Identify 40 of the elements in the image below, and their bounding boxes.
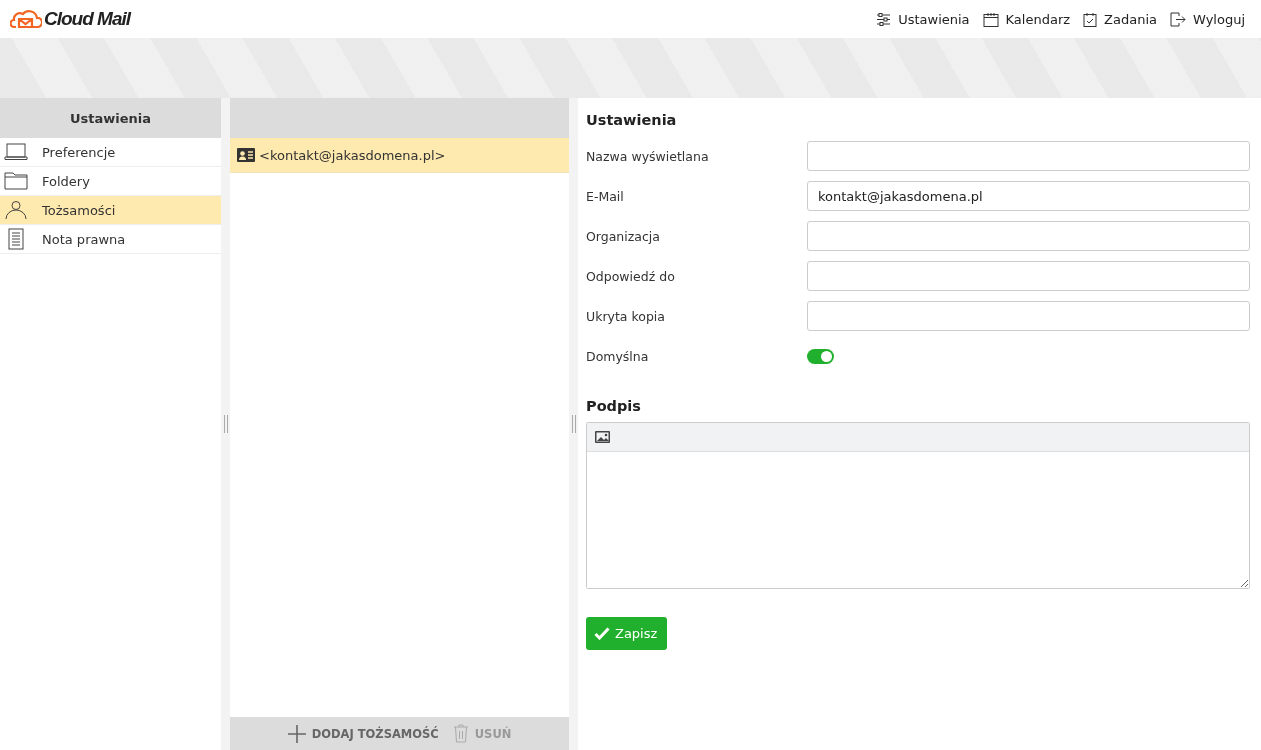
id-card-icon [237,148,255,162]
trash-icon [452,724,469,743]
field-label: Ukryta kopia [586,308,666,324]
field-label: Odpowiedź do [586,268,676,284]
add-identity-button[interactable]: DODAJ TOŻSAMOŚĆ [287,724,439,743]
nav-link[interactable]: Zadania [1083,11,1157,27]
calendar-icon [982,11,999,27]
text-field[interactable] [807,141,1250,171]
cloud-envelope-logo-icon [10,9,42,29]
sidebar-item[interactable]: Tożsamości [0,196,221,225]
logout-icon [1170,11,1186,27]
toggle-switch[interactable] [807,348,834,364]
text-field[interactable] [807,221,1250,251]
nav-link[interactable]: Wyloguj [1170,11,1245,27]
text-field[interactable]: kontakt@jakasdomena.pl [807,181,1250,211]
text-field[interactable] [807,261,1250,291]
splitter[interactable] [221,98,230,750]
field-label: Nazwa wyświetlana [586,148,710,164]
sidebar-item[interactable]: Preferencje [0,138,221,167]
sidebar-item[interactable]: Nota prawna [0,225,221,254]
section-title: Podpis [586,398,642,414]
sliders-icon [876,11,892,27]
task-checklist-icon [1083,11,1098,27]
identity-item[interactable]: <kontakt@jakasdomena.pl> [230,138,569,173]
field-label: Domyślna [586,348,650,364]
field-label: Organizacja [586,228,661,244]
person-icon [4,200,28,220]
section-title: Ustawienia [586,112,678,128]
splitter[interactable] [569,98,578,750]
nav-link[interactable]: Kalendarz [982,11,1071,27]
text-field[interactable] [807,301,1250,331]
logo-text: Cloud Mail [44,8,131,30]
checkmark-icon [594,627,610,640]
laptop-icon [4,143,28,161]
field-label: E-Mail [586,188,625,204]
plus-icon [287,724,306,743]
image-icon[interactable] [595,431,610,443]
sidebar-title: Ustawienia [0,98,221,138]
nav-link[interactable]: Ustawienia [876,11,970,27]
folder-icon [4,172,28,190]
